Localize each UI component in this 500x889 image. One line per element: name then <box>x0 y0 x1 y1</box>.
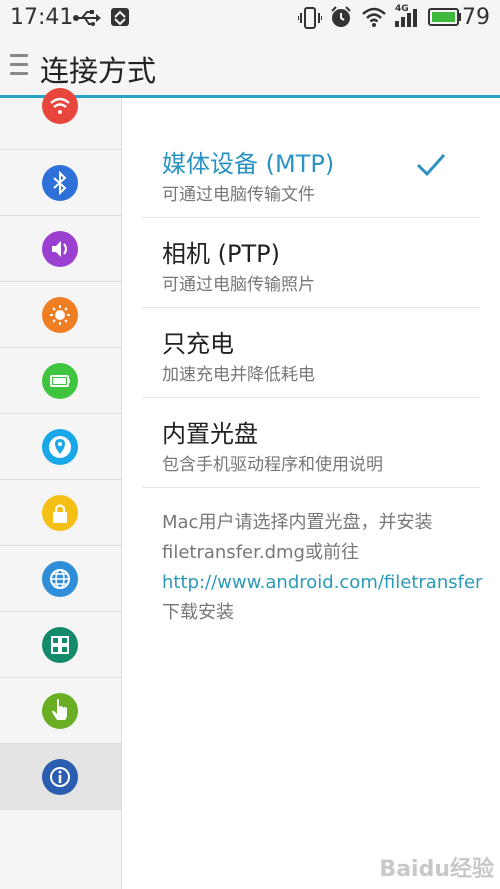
network-type-label: 4G <box>395 4 409 14</box>
vibrate-icon <box>297 7 323 33</box>
status-time: 17:41 <box>10 5 74 30</box>
option-charge-only[interactable]: 只充电 加速充电并降低耗电 <box>142 308 480 398</box>
globe-icon <box>42 561 78 597</box>
note-prefix: Mac用户请选择内置光盘，并安装filetransfer.dmg或前往 <box>162 512 433 563</box>
wifi-icon <box>42 88 78 124</box>
sidebar-item-security[interactable] <box>0 480 121 546</box>
sidebar-item-battery[interactable] <box>0 348 121 414</box>
info-icon <box>42 759 78 795</box>
touch-icon <box>42 693 78 729</box>
wifi-icon <box>362 7 386 31</box>
option-title: 只充电 <box>162 330 234 358</box>
apps-icon <box>42 627 78 663</box>
note-suffix: 下载安装 <box>162 602 234 623</box>
signal-icon: 4G <box>394 4 420 32</box>
settings-sidebar <box>0 88 122 889</box>
option-mtp[interactable]: 媒体设备 (MTP) 可通过电脑传输文件 <box>142 128 480 218</box>
usb-icon <box>72 9 102 31</box>
filetransfer-link[interactable]: http://www.android.com/filetransfer <box>162 572 482 593</box>
sidebar-item-language[interactable] <box>0 546 121 612</box>
option-subtitle: 包含手机驱动程序和使用说明 <box>162 455 383 475</box>
sidebar-item-location[interactable] <box>0 414 121 480</box>
battery-icon <box>428 8 462 30</box>
brightness-icon <box>42 297 78 333</box>
option-title: 媒体设备 (MTP) <box>162 150 335 178</box>
menu-icon[interactable] <box>10 54 28 78</box>
connection-options-panel: 媒体设备 (MTP) 可通过电脑传输文件 相机 (PTP) 可通过电脑传输照片 … <box>122 98 500 889</box>
option-subtitle: 加速充电并降低耗电 <box>162 365 315 385</box>
sidebar-item-bluetooth[interactable] <box>0 150 121 216</box>
option-builtin-cd[interactable]: 内置光盘 包含手机驱动程序和使用说明 <box>142 398 480 488</box>
lock-icon <box>42 495 78 531</box>
option-title: 内置光盘 <box>162 420 258 448</box>
sidebar-item-display[interactable] <box>0 282 121 348</box>
option-ptp[interactable]: 相机 (PTP) 可通过电脑传输照片 <box>142 218 480 308</box>
watermark-logo: Baidu经验 <box>379 857 494 882</box>
sidebar-item-apps[interactable] <box>0 612 121 678</box>
alarm-icon <box>330 6 352 32</box>
status-bar: 17:41 4G 79 <box>0 0 500 36</box>
bluetooth-icon <box>42 165 78 201</box>
option-title: 相机 (PTP) <box>162 240 280 268</box>
option-subtitle: 可通过电脑传输照片 <box>162 275 315 295</box>
data-sync-icon <box>110 7 130 31</box>
location-icon <box>42 429 78 465</box>
checkmark-icon <box>416 152 446 182</box>
battery-icon <box>42 363 78 399</box>
battery-percent: 79 <box>462 5 490 30</box>
sidebar-item-accessibility[interactable] <box>0 678 121 744</box>
sound-icon <box>42 231 78 267</box>
mac-instructions-note: Mac用户请选择内置光盘，并安装filetransfer.dmg或前往 http:… <box>162 508 492 628</box>
option-subtitle: 可通过电脑传输文件 <box>162 185 315 205</box>
sidebar-item-about[interactable] <box>0 744 121 810</box>
sidebar-item-wifi[interactable] <box>0 84 121 150</box>
sidebar-item-sound[interactable] <box>0 216 121 282</box>
